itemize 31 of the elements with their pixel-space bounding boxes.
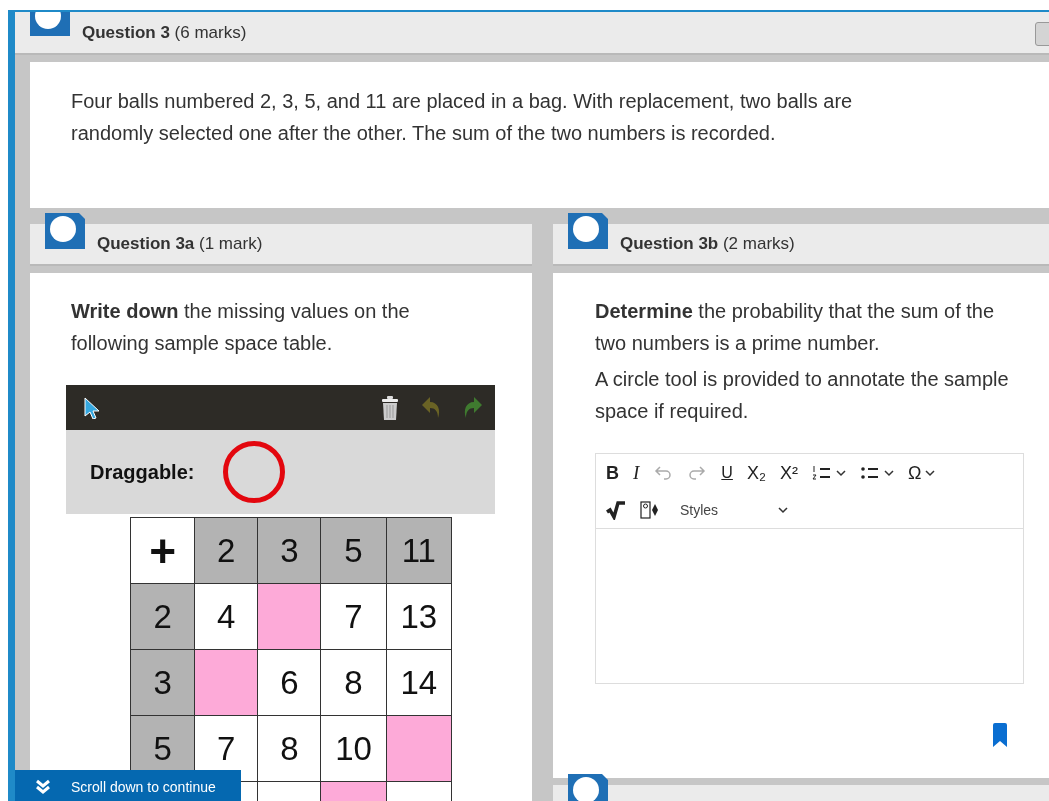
special-button[interactable]: Ω bbox=[907, 462, 936, 484]
section-title: Question 3a (1 mark) bbox=[97, 234, 263, 254]
section-title: Question 3b (2 marks) bbox=[620, 234, 795, 254]
styles-button[interactable]: Styles bbox=[680, 502, 789, 518]
question-text: A circle tool is provided to annotate the sample space if required. bbox=[595, 367, 1010, 424]
table-cell: 5 bbox=[320, 517, 387, 584]
subscript-button[interactable]: X₂ bbox=[746, 462, 766, 484]
table-cell: 2 bbox=[194, 517, 258, 584]
question-text: Write down the missing values on the following sample space table. bbox=[71, 299, 411, 356]
superscript-button[interactable]: X² bbox=[779, 462, 798, 484]
table-cell: 8 bbox=[257, 715, 321, 782]
bold-button[interactable]: B bbox=[606, 462, 619, 484]
table-cell: 3 bbox=[130, 649, 195, 716]
italic-button[interactable]: I bbox=[633, 462, 640, 484]
table-cell: 2 bbox=[130, 583, 195, 650]
question-text: Four balls numbered 2, 3, 5, and 11 are placed in a bag. With replacement, two balls are randomly selected one after the other. The sum of the two numbers is recorded. bbox=[30, 62, 1049, 208]
table-cell: 13 bbox=[386, 583, 452, 650]
table-cell: 4 bbox=[194, 583, 258, 650]
table-cell: 3 bbox=[257, 517, 321, 584]
question-text: Determine the probability that the sum of the two numbers is a prime number. bbox=[595, 299, 996, 356]
table-cell: 8 bbox=[320, 649, 387, 716]
table-cell: 11 bbox=[386, 517, 452, 584]
table-cell: 6 bbox=[257, 649, 321, 716]
scroll-down-button[interactable]: Scroll down to continue bbox=[15, 770, 241, 801]
draggable-label: Draggable: bbox=[90, 460, 195, 484]
underline-button[interactable]: U bbox=[721, 464, 733, 482]
table-cell: 10 bbox=[320, 715, 387, 782]
table-cell: + bbox=[130, 517, 195, 584]
table-cell: 14 bbox=[386, 649, 452, 716]
table-cell: 7 bbox=[320, 583, 387, 650]
section-title: Question 3 (6 marks) bbox=[82, 22, 247, 43]
